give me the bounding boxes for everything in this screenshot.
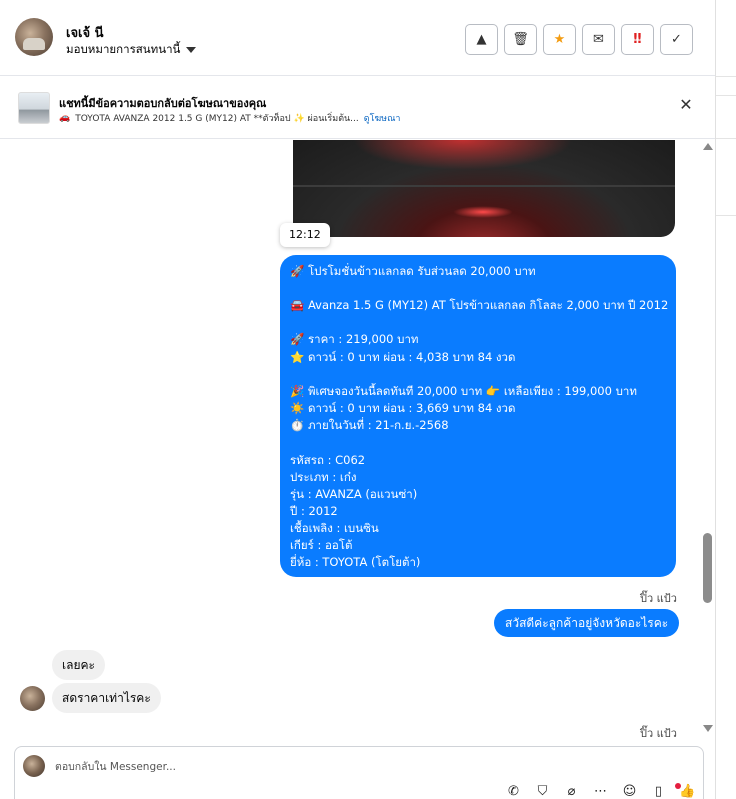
mark-done-button[interactable]: ✓ xyxy=(660,24,693,55)
message-line: 🚘 Avanza 1.5 G (MY12) AT โปรข้าวแลกลด กิ… xyxy=(290,298,669,312)
outgoing-message-promo[interactable]: 🚀 โปรโมชั่นข้าวแลกลด รับส่วนลด 20,000 บา… xyxy=(280,255,676,577)
message-line: รหัสรถ : C062 xyxy=(290,453,366,467)
scroll-up-arrow-icon[interactable] xyxy=(703,143,713,150)
message-line: ⏱️ ภายในวันที่ : 21-ก.ย.-2568 xyxy=(290,418,449,432)
mail-icon: ✉ xyxy=(593,32,604,47)
message-line: ยี่ห้อ : TOYOTA (โตโยต้า) xyxy=(290,555,421,569)
report-button[interactable]: ▲ xyxy=(465,24,498,55)
header-actions: ▲ 🗑 ★ ✉ ‼ ✓ xyxy=(465,24,693,55)
banner-title: แชทนี้มีข้อความตอบกลับต่อโฆษณาของคุณ xyxy=(59,97,267,110)
ad-reply-banner: แชทนี้มีข้อความตอบกลับต่อโฆษณาของคุณ 🚗 T… xyxy=(0,77,715,139)
message-line: เกียร์ : ออโต้ xyxy=(290,538,353,552)
message-line: ⭐ ดาวน์ : 0 บาท ผ่อน : 4,038 บาท 84 งวด xyxy=(290,350,516,364)
alert-triangle-icon: ▲ xyxy=(476,32,487,47)
incoming-message[interactable]: สดราคาเท่าไรคะ xyxy=(52,683,161,713)
like-icon[interactable]: 👍 xyxy=(679,785,696,799)
message-line: 🚀 ราคา : 219,000 บาท xyxy=(290,332,419,346)
scrollbar-thumb[interactable] xyxy=(703,533,712,603)
contact-name[interactable]: เจเจ้ นี xyxy=(66,22,104,43)
delete-button[interactable]: 🗑 xyxy=(504,24,537,55)
emoji-icon[interactable]: ☺ xyxy=(621,785,638,799)
star-icon: ★ xyxy=(553,32,566,47)
trash-icon: 🗑 xyxy=(512,32,529,47)
outgoing-message[interactable]: สวัสดีค่ะลูกค้าอยู่จังหวัดอะไรคะ xyxy=(494,609,680,637)
notes-icon[interactable]: ▯ xyxy=(650,785,667,799)
banner-subtitle: 🚗 TOYOTA AVANZA 2012 1.5 G (MY12) AT **ต… xyxy=(59,111,400,125)
composer-toolbar: ✆ ⛉ ⌀ ⋯ ☺ ▯ 👍 xyxy=(505,785,696,799)
ad-description: TOYOTA AVANZA 2012 1.5 G (MY12) AT **ตัว… xyxy=(75,114,359,124)
message-line: 🎉 พิเศษจองวันนี้ลดทันที 20,000 บาท 👉 เหล… xyxy=(290,384,637,398)
contact-avatar[interactable] xyxy=(15,18,53,56)
follow-up-button[interactable]: ‼ xyxy=(621,24,654,55)
contact-avatar-small xyxy=(20,686,45,711)
message-line: เชื้อเพลิง : เบนซิน xyxy=(290,521,379,535)
close-icon[interactable]: ✕ xyxy=(678,97,694,113)
chevron-down-icon xyxy=(186,47,197,53)
seen-indicator: ปิ๊ว แป้ว xyxy=(640,727,677,740)
check-icon: ✓ xyxy=(671,32,682,47)
ad-thumbnail[interactable] xyxy=(18,92,50,124)
message-line: ปี : 2012 xyxy=(290,504,338,518)
attached-photo[interactable] xyxy=(293,140,675,237)
attachment-icon[interactable]: ⌀ xyxy=(563,785,580,799)
message-line: 🚀 โปรโมชั่นข้าวแลกลด รับส่วนลด 20,000 บา… xyxy=(290,264,536,278)
more-icon[interactable]: ⋯ xyxy=(592,785,609,799)
message-line: ประเภท : เก๋ง xyxy=(290,470,357,484)
reply-input[interactable] xyxy=(55,759,615,775)
seen-indicator: ปิ๊ว แป้ว xyxy=(640,592,677,605)
assign-label: มอบหมายการสนทนานี้ xyxy=(66,42,181,56)
conversation-header: เจเจ้ นี มอบหมายการสนทนานี้ ▲ 🗑 ★ ✉ ‼ ✓ xyxy=(0,0,715,76)
notification-dot xyxy=(675,783,681,789)
view-ad-link[interactable]: ดูโฆษณา xyxy=(364,111,401,125)
shopping-bag-icon[interactable]: ⛉ xyxy=(534,785,551,799)
messenger-inbox: เจเจ้ นี มอบหมายการสนทนานี้ ▲ 🗑 ★ ✉ ‼ ✓ xyxy=(0,0,736,799)
quick-reply-icon[interactable]: ✆ xyxy=(505,785,522,799)
message-line: รุ่น : AVANZA (อแวนซ่า) xyxy=(290,487,418,501)
assign-conversation-dropdown[interactable]: มอบหมายการสนทนานี้ xyxy=(66,41,197,59)
right-panel-edge xyxy=(716,0,736,799)
star-button[interactable]: ★ xyxy=(543,24,576,55)
message-line: ☀️ ดาวน์ : 0 บาท ผ่อน : 3,669 บาท 84 งวด xyxy=(290,401,516,415)
timestamp-tooltip: 12:12 xyxy=(280,223,330,247)
mark-unread-button[interactable]: ✉ xyxy=(582,24,615,55)
message-composer: ✆ ⛉ ⌀ ⋯ ☺ ▯ 👍 xyxy=(14,746,704,799)
urgent-icon: ‼ xyxy=(633,32,642,47)
car-icon: 🚗 xyxy=(59,113,71,123)
page-avatar xyxy=(23,755,45,777)
incoming-message[interactable]: เลยคะ xyxy=(52,650,105,680)
message-thread: 12:12 🚀 โปรโมชั่นข้าวแลกลด รับส่วนลด 20,… xyxy=(0,140,715,740)
scroll-down-arrow-icon[interactable] xyxy=(703,725,713,732)
